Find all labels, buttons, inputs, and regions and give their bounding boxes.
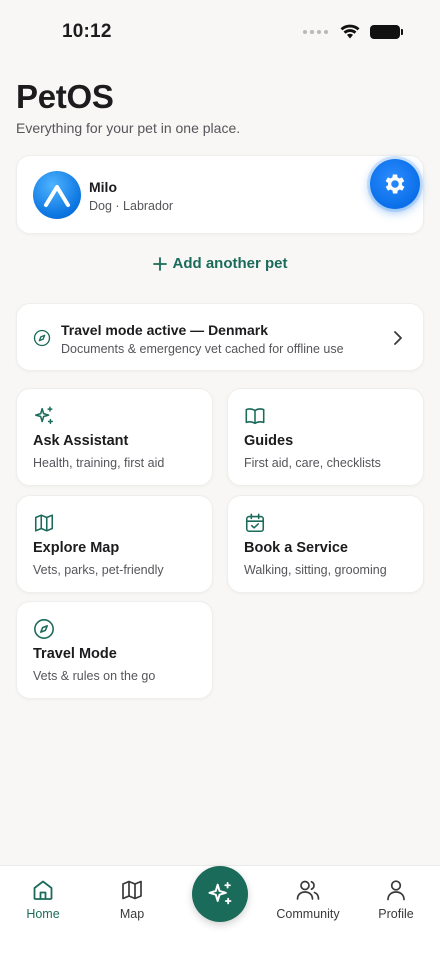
sparkles-icon — [208, 881, 232, 905]
gear-icon — [385, 174, 405, 194]
tile-book-service[interactable]: Book a Service Walking, sitting, groomin… — [227, 495, 424, 593]
map-icon — [34, 514, 54, 532]
travel-banner-subtitle: Documents & emergency vet cached for off… — [61, 342, 344, 356]
tile-title: Guides — [244, 433, 294, 449]
tile-title: Book a Service — [244, 540, 348, 556]
tile-subtitle: First aid, care, checklists — [244, 456, 381, 470]
compass-icon — [33, 329, 51, 347]
app-title: PetOS — [16, 78, 114, 115]
tile-travel-mode[interactable]: Travel Mode Vets & rules on the go — [16, 601, 213, 699]
home-icon — [33, 880, 53, 900]
add-pet-label: Add another pet — [172, 255, 288, 272]
tab-label: Map — [119, 907, 145, 921]
tile-subtitle: Health, training, first aid — [33, 456, 165, 470]
assistant-fab-button[interactable] — [192, 866, 248, 922]
tab-label: Home — [26, 907, 60, 921]
status-time: 10:12 — [62, 21, 112, 42]
tile-subtitle: Vets, parks, pet-friendly — [33, 563, 164, 577]
tile-explore-map[interactable]: Explore Map Vets, parks, pet-friendly — [16, 495, 213, 593]
status-indicators — [303, 24, 403, 39]
tab-label: Community — [276, 907, 340, 921]
map-icon — [122, 880, 142, 900]
tile-subtitle: Vets & rules on the go — [33, 669, 156, 683]
tab-community[interactable]: Community — [263, 878, 353, 921]
tile-ask-assistant[interactable]: Ask Assistant Health, training, first ai… — [16, 388, 213, 486]
dog-avatar-icon — [33, 171, 81, 219]
travel-banner-title: Travel mode active — Denmark — [61, 322, 268, 338]
tab-home[interactable]: Home — [0, 878, 88, 921]
tab-map[interactable]: Map — [87, 878, 177, 921]
chevron-right-icon — [394, 331, 402, 345]
tab-profile[interactable]: Profile — [351, 878, 440, 921]
travel-mode-banner[interactable]: Travel mode active — Denmark Documents &… — [16, 303, 424, 371]
tile-subtitle: Walking, sitting, grooming — [244, 563, 387, 577]
settings-button[interactable] — [370, 159, 420, 209]
tile-guides[interactable]: Guides First aid, care, checklists — [227, 388, 424, 486]
pet-name: Milo — [89, 179, 117, 195]
calendar-check-icon — [245, 513, 265, 533]
user-icon — [387, 880, 405, 901]
tab-label: Profile — [378, 907, 414, 921]
plus-icon — [152, 256, 167, 271]
book-icon — [245, 408, 265, 425]
pet-card[interactable]: Milo Dog · Labrador — [16, 155, 424, 234]
sparkles-icon — [34, 406, 53, 425]
signal-icon — [303, 29, 328, 34]
users-icon — [296, 880, 320, 900]
pet-meta: Dog · Labrador — [89, 199, 174, 213]
tile-title: Explore Map — [33, 540, 120, 556]
tile-title: Travel Mode — [33, 646, 117, 662]
app-subtitle: Everything for your pet in one place. — [16, 120, 241, 136]
compass-icon — [34, 619, 54, 639]
add-pet-button[interactable]: Add another pet — [0, 255, 440, 272]
status-bar: 10:12 — [0, 0, 440, 60]
battery-icon — [370, 24, 403, 39]
tile-title: Ask Assistant — [33, 433, 129, 449]
wifi-icon — [340, 24, 360, 39]
